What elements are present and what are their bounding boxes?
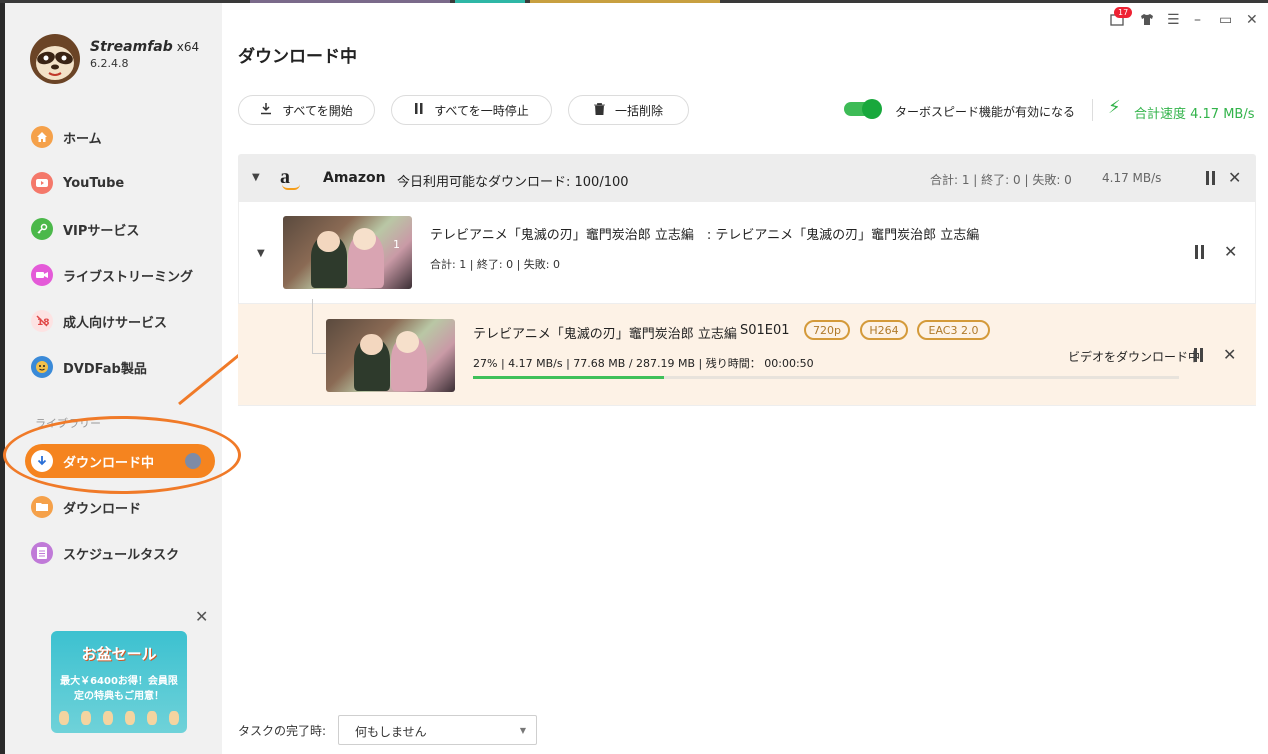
lantern-decoration-icon xyxy=(59,711,179,729)
collapse-caret-icon[interactable]: ▼ xyxy=(257,248,265,259)
group-close-icon[interactable]: ✕ xyxy=(1228,168,1241,187)
sidebar-item-schedule[interactable]: スケジュールタスク xyxy=(25,536,215,570)
bolt-icon: ⚡ xyxy=(1108,97,1121,118)
close-window-icon[interactable]: ✕ xyxy=(1246,12,1258,28)
sidebar-item-label: スケジュールタスク xyxy=(63,547,180,563)
promo-title: お盆セール xyxy=(81,645,157,663)
group-pause-icon[interactable] xyxy=(1205,171,1217,185)
download-status-icon xyxy=(185,453,201,469)
group-stats: 合計: 1 | 終了: 0 | 失敗: 0 xyxy=(930,173,1072,187)
sidebar-item-adult[interactable]: 18 成人向けサービス xyxy=(25,304,215,338)
progress-bar xyxy=(473,376,1179,379)
maximize-icon[interactable]: ▭ xyxy=(1219,12,1232,28)
notification-badge: 17 xyxy=(1114,7,1133,18)
audio-tag: EAC3 2.0 xyxy=(917,320,990,340)
turbo-label: ターボスピード機能が有効になる xyxy=(895,105,1076,119)
download-arrow-icon xyxy=(31,450,53,472)
progress-fill xyxy=(473,376,664,379)
home-icon xyxy=(31,126,53,148)
amazon-group-header: ▼ a Amazon 今日利用可能なダウンロード: 100/100 合計: 1 … xyxy=(238,154,1256,202)
episode-row: テレビアニメ「鬼滅の刃」竈門炭治郎 立志編 S01E01 720p H264 E… xyxy=(238,299,1256,406)
download-state: ビデオをダウンロード中 xyxy=(1068,350,1201,364)
youtube-icon xyxy=(31,172,53,194)
tree-connector xyxy=(312,299,326,354)
start-all-button[interactable]: すべてを開始 xyxy=(238,95,375,125)
promo-line: 定の特典もご用意！ xyxy=(74,691,164,702)
episode-count: 1 xyxy=(393,238,400,251)
sidebar-item-vip[interactable]: VIPサービス xyxy=(25,212,215,246)
sidebar-item-dvdfab[interactable]: DVDFab製品 xyxy=(25,350,215,384)
sidebar-item-home[interactable]: ホーム xyxy=(25,120,215,154)
trash-icon xyxy=(593,102,605,118)
show-close-icon[interactable]: ✕ xyxy=(1224,242,1237,261)
sidebar-item-label: YouTube xyxy=(63,175,125,191)
page-title: ダウンロード中 xyxy=(238,47,357,67)
amazon-smile-icon xyxy=(282,184,300,190)
episode-pause-icon[interactable] xyxy=(1193,348,1205,362)
promo-line: 最大￥6400お得！会員限 xyxy=(60,676,178,687)
sidebar-item-label: ホーム xyxy=(63,131,102,147)
app-version: 6.2.4.8 xyxy=(90,57,129,70)
sidebar-item-label: ライブストリーミング xyxy=(63,269,194,285)
minimize-icon[interactable]: – xyxy=(1194,12,1201,28)
download-icon xyxy=(260,102,272,118)
library-section-label: ライブラリー xyxy=(35,417,101,430)
key-icon xyxy=(31,218,53,240)
menu-icon[interactable]: ☰ xyxy=(1167,12,1180,28)
sidebar-item-label: ダウンロード xyxy=(63,501,142,517)
codec-tag: H264 xyxy=(860,320,908,340)
task-complete-select[interactable]: 何もしません ▼ xyxy=(338,715,537,745)
group-name: Amazon xyxy=(323,170,386,186)
shirt-icon[interactable] xyxy=(1140,12,1154,30)
episode-close-icon[interactable]: ✕ xyxy=(1223,345,1236,364)
promo-banner[interactable]: お盆セール 最大￥6400お得！会員限 定の特典もご用意！ xyxy=(51,631,187,733)
pause-all-button[interactable]: すべてを一時停止 xyxy=(391,95,552,125)
episode-thumbnail xyxy=(326,319,455,392)
sidebar-item-label: VIPサービス xyxy=(63,223,140,239)
folder-icon xyxy=(31,496,53,518)
pause-icon xyxy=(414,103,424,117)
show-title: テレビアニメ「鬼滅の刃」竈門炭治郎 立志編 : テレビアニメ「鬼滅の刃」竈門炭治… xyxy=(430,228,980,243)
sloth-logo-icon xyxy=(30,34,80,84)
promo-close-icon[interactable]: ✕ xyxy=(195,607,208,626)
show-pause-icon[interactable] xyxy=(1194,245,1206,259)
start-all-label: すべてを開始 xyxy=(282,103,353,118)
select-value: 何もしません xyxy=(355,725,427,739)
show-row: ▼ 1 テレビアニメ「鬼滅の刃」竈門炭治郎 立志編 : テレビアニメ「鬼滅の刃」… xyxy=(238,202,1256,304)
sidebar-item-downloaded[interactable]: ダウンロード xyxy=(25,490,215,524)
turbo-toggle[interactable] xyxy=(844,99,882,119)
sidebar-item-live[interactable]: ライブストリーミング xyxy=(25,258,215,292)
sidebar: Streamfab x64 6.2.4.8 ホーム YouTube VIPサービス… xyxy=(0,3,222,754)
quality-tag: 720p xyxy=(804,320,850,340)
group-speed: 4.17 MB/s xyxy=(1102,171,1162,185)
chevron-down-icon: ▼ xyxy=(519,726,526,735)
sidebar-item-label: 成人向けサービス xyxy=(63,315,168,331)
sidebar-item-label: ダウンロード中 xyxy=(63,455,155,471)
dvdfab-icon xyxy=(31,356,53,378)
adult-block-icon: 18 xyxy=(31,310,53,332)
sidebar-item-label: DVDFab製品 xyxy=(63,361,147,377)
collapse-caret-icon[interactable]: ▼ xyxy=(252,172,260,183)
task-complete-label: タスクの完了時: xyxy=(238,724,327,738)
progress-text: 27% | 4.17 MB/s | 77.68 MB / 287.19 MB |… xyxy=(473,357,814,370)
sidebar-item-downloading[interactable]: ダウンロード中 xyxy=(25,444,215,478)
brand-name: Streamfab x64 xyxy=(90,39,200,55)
camera-icon xyxy=(31,264,53,286)
pause-all-label: すべてを一時停止 xyxy=(434,103,529,118)
sidebar-item-youtube[interactable]: YouTube xyxy=(25,166,215,200)
delete-all-button[interactable]: 一括削除 xyxy=(568,95,689,125)
delete-all-label: 一括削除 xyxy=(614,103,663,118)
divider xyxy=(1092,99,1093,121)
episode-title: テレビアニメ「鬼滅の刃」竈門炭治郎 立志編 xyxy=(473,327,737,342)
group-quota: 今日利用可能なダウンロード: 100/100 xyxy=(397,175,629,190)
episode-number: S01E01 xyxy=(740,323,790,338)
show-thumbnail: 1 xyxy=(283,216,412,289)
show-stats: 合計: 1 | 終了: 0 | 失敗: 0 xyxy=(430,258,561,271)
total-speed: 合計速度 4.17 MB/s xyxy=(1134,107,1255,122)
schedule-list-icon xyxy=(31,542,53,564)
